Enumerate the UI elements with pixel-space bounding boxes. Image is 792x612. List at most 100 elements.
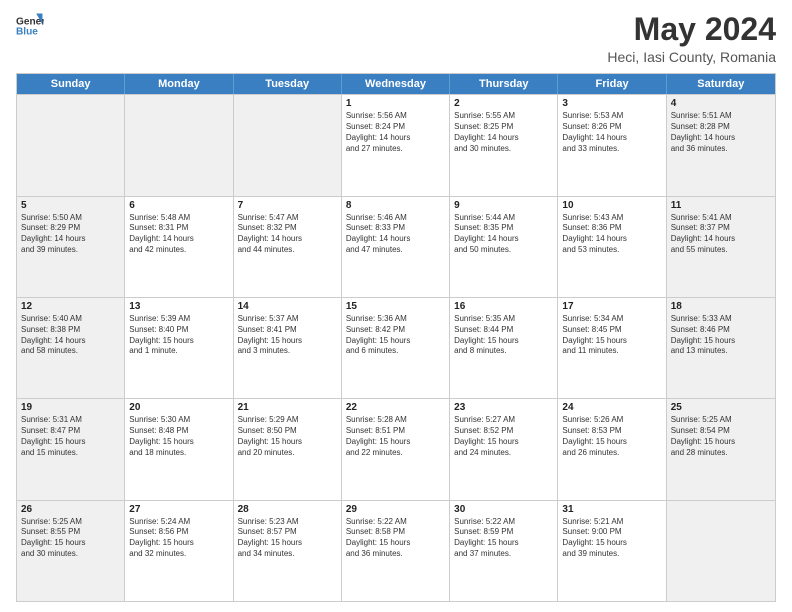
cell-info-line: and 42 minutes. — [129, 245, 228, 256]
header-day: Wednesday — [342, 74, 450, 94]
header-day: Thursday — [450, 74, 558, 94]
cell-info-line: and 20 minutes. — [238, 448, 337, 459]
cell-info-line: Daylight: 14 hours — [21, 336, 120, 347]
calendar-cell: 5Sunrise: 5:50 AMSunset: 8:29 PMDaylight… — [17, 197, 125, 297]
cell-info-line: and 39 minutes. — [562, 549, 661, 560]
day-number: 25 — [671, 402, 771, 413]
main-title: May 2024 — [607, 12, 776, 47]
cell-info-line: Sunset: 8:40 PM — [129, 325, 228, 336]
cell-info-line: Sunrise: 5:50 AM — [21, 213, 120, 224]
calendar-cell: 28Sunrise: 5:23 AMSunset: 8:57 PMDayligh… — [234, 501, 342, 601]
day-number: 10 — [562, 200, 661, 211]
calendar-cell — [234, 95, 342, 195]
cell-info-line: Daylight: 15 hours — [238, 538, 337, 549]
calendar-cell: 12Sunrise: 5:40 AMSunset: 8:38 PMDayligh… — [17, 298, 125, 398]
cell-info-line: Sunset: 8:33 PM — [346, 223, 445, 234]
cell-info-line: Daylight: 15 hours — [129, 437, 228, 448]
calendar-body: 1Sunrise: 5:56 AMSunset: 8:24 PMDaylight… — [17, 94, 775, 601]
cell-info-line: Sunrise: 5:23 AM — [238, 517, 337, 528]
cell-info-line: Sunrise: 5:51 AM — [671, 111, 771, 122]
cell-info-line: and 6 minutes. — [346, 346, 445, 357]
cell-info-line: Sunset: 8:47 PM — [21, 426, 120, 437]
cell-info-line: Sunset: 8:31 PM — [129, 223, 228, 234]
calendar-row: 5Sunrise: 5:50 AMSunset: 8:29 PMDaylight… — [17, 196, 775, 297]
day-number: 13 — [129, 301, 228, 312]
cell-info-line: Daylight: 14 hours — [238, 234, 337, 245]
logo-icon: GeneralBlue — [16, 12, 44, 40]
cell-info-line: Sunrise: 5:26 AM — [562, 415, 661, 426]
cell-info-line: Sunset: 8:24 PM — [346, 122, 445, 133]
cell-info-line: Daylight: 14 hours — [346, 234, 445, 245]
calendar-cell: 18Sunrise: 5:33 AMSunset: 8:46 PMDayligh… — [667, 298, 775, 398]
cell-info-line: Sunset: 8:29 PM — [21, 223, 120, 234]
cell-info-line: Sunrise: 5:29 AM — [238, 415, 337, 426]
day-number: 30 — [454, 504, 553, 515]
day-number: 21 — [238, 402, 337, 413]
cell-info-line: Daylight: 14 hours — [346, 133, 445, 144]
cell-info-line: Sunrise: 5:22 AM — [346, 517, 445, 528]
cell-info-line: Sunset: 8:51 PM — [346, 426, 445, 437]
cell-info-line: Sunrise: 5:25 AM — [671, 415, 771, 426]
cell-info-line: Sunset: 8:54 PM — [671, 426, 771, 437]
cell-info-line: and 50 minutes. — [454, 245, 553, 256]
header-day: Friday — [558, 74, 666, 94]
cell-info-line: Sunrise: 5:39 AM — [129, 314, 228, 325]
calendar-cell: 2Sunrise: 5:55 AMSunset: 8:25 PMDaylight… — [450, 95, 558, 195]
calendar-row: 19Sunrise: 5:31 AMSunset: 8:47 PMDayligh… — [17, 398, 775, 499]
calendar: SundayMondayTuesdayWednesdayThursdayFrid… — [16, 73, 776, 602]
header-day: Sunday — [17, 74, 125, 94]
cell-info-line: Sunrise: 5:28 AM — [346, 415, 445, 426]
cell-info-line: and 34 minutes. — [238, 549, 337, 560]
cell-info-line: Sunrise: 5:31 AM — [21, 415, 120, 426]
cell-info-line: Sunset: 8:45 PM — [562, 325, 661, 336]
cell-info-line: Daylight: 15 hours — [454, 437, 553, 448]
cell-info-line: and 15 minutes. — [21, 448, 120, 459]
cell-info-line: Sunrise: 5:25 AM — [21, 517, 120, 528]
cell-info-line: Sunrise: 5:41 AM — [671, 213, 771, 224]
calendar-cell: 11Sunrise: 5:41 AMSunset: 8:37 PMDayligh… — [667, 197, 775, 297]
day-number: 26 — [21, 504, 120, 515]
cell-info-line: Daylight: 14 hours — [562, 234, 661, 245]
cell-info-line: and 27 minutes. — [346, 144, 445, 155]
cell-info-line: and 58 minutes. — [21, 346, 120, 357]
cell-info-line: Daylight: 14 hours — [21, 234, 120, 245]
cell-info-line: Sunset: 8:55 PM — [21, 527, 120, 538]
cell-info-line: Sunset: 8:32 PM — [238, 223, 337, 234]
calendar-cell: 22Sunrise: 5:28 AMSunset: 8:51 PMDayligh… — [342, 399, 450, 499]
calendar-cell: 24Sunrise: 5:26 AMSunset: 8:53 PMDayligh… — [558, 399, 666, 499]
cell-info-line: and 13 minutes. — [671, 346, 771, 357]
day-number: 31 — [562, 504, 661, 515]
calendar-cell: 26 Sunrise: 5:25 AMSunset: 8:55 PMDayligh… — [17, 501, 125, 601]
logo: GeneralBlue — [16, 12, 44, 40]
cell-info-line: Sunset: 8:28 PM — [671, 122, 771, 133]
cell-info-line: and 18 minutes. — [129, 448, 228, 459]
cell-info-line: Sunrise: 5:43 AM — [562, 213, 661, 224]
cell-info-line: Sunset: 8:53 PM — [562, 426, 661, 437]
day-number: 1 — [346, 98, 445, 109]
cell-info-line: and 30 minutes. — [454, 144, 553, 155]
cell-info-line: Daylight: 15 hours — [562, 336, 661, 347]
cell-info-line: Daylight: 15 hours — [129, 336, 228, 347]
cell-info-line: Sunset: 8:59 PM — [454, 527, 553, 538]
cell-info-line: Daylight: 15 hours — [21, 538, 120, 549]
cell-info-line: Sunrise: 5:21 AM — [562, 517, 661, 528]
cell-info-line: Daylight: 15 hours — [346, 437, 445, 448]
cell-info-line: Daylight: 15 hours — [346, 336, 445, 347]
calendar-cell: 16Sunrise: 5:35 AMSunset: 8:44 PMDayligh… — [450, 298, 558, 398]
calendar-row: 12Sunrise: 5:40 AMSunset: 8:38 PMDayligh… — [17, 297, 775, 398]
day-number: 18 — [671, 301, 771, 312]
cell-info-line: Daylight: 15 hours — [346, 538, 445, 549]
calendar-cell: 1Sunrise: 5:56 AMSunset: 8:24 PMDaylight… — [342, 95, 450, 195]
calendar-cell: 13 Sunrise: 5:39 AMSunset: 8:40 PMDayligh… — [125, 298, 233, 398]
cell-info-line: Sunset: 8:50 PM — [238, 426, 337, 437]
cell-info-line: Sunset: 8:56 PM — [129, 527, 228, 538]
cell-info-line: Daylight: 15 hours — [562, 538, 661, 549]
day-number: 4 — [671, 98, 771, 109]
header-day: Tuesday — [234, 74, 342, 94]
cell-info-line: Daylight: 14 hours — [671, 133, 771, 144]
calendar-cell: 31Sunrise: 5:21 AMSunset: 9:00 PMDayligh… — [558, 501, 666, 601]
cell-info-line: and 22 minutes. — [346, 448, 445, 459]
cell-info-line: and 44 minutes. — [238, 245, 337, 256]
day-number: 2 — [454, 98, 553, 109]
cell-info-line: Daylight: 15 hours — [129, 538, 228, 549]
